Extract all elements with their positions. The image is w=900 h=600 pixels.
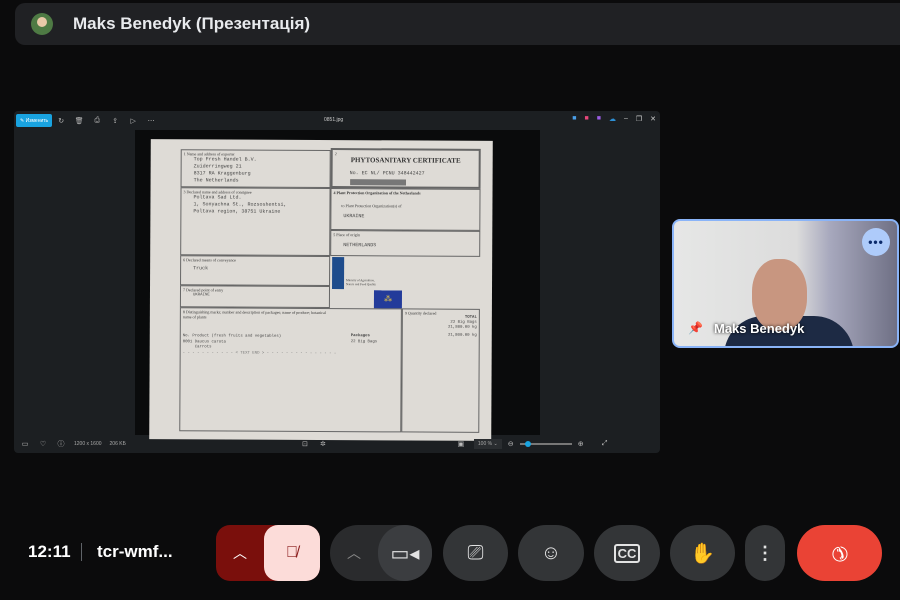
ministry-text: Ministry of Agriculture, Nature and Food… (346, 278, 376, 287)
text: The Netherlands (193, 177, 239, 184)
conveyance-field: 6 Declared means of conveyance Truck (180, 255, 331, 287)
zoom-slider-thumb[interactable] (524, 441, 531, 447)
barcode (350, 179, 406, 186)
participant-tile[interactable]: 📌 Maks Benedyk ••• (672, 219, 899, 348)
divider (81, 543, 82, 561)
ministry-logo (332, 257, 345, 290)
reactions-button[interactable]: ☺ (518, 525, 584, 581)
eu-flag-icon: ⁂ (373, 290, 402, 309)
captions-icon: CC (613, 543, 641, 563)
zoom-slider[interactable] (519, 441, 572, 447)
rotate-icon[interactable]: ↻ (52, 117, 70, 125)
clock: 12:11 (28, 542, 71, 561)
filmstrip-icon[interactable]: ▭ (16, 440, 34, 448)
file-name: 0851.jpg (324, 117, 344, 123)
zoom-out-icon[interactable]: ⊖ (502, 440, 520, 448)
viewer-toolbar: ✎ Изменить ↻ 🗑 ⎙ ⇪ ▷ ⋯ 0851.jpg ■ ■ ■ ☁ … (14, 111, 660, 130)
file-size: 206 KБ (109, 441, 126, 447)
favorite-icon[interactable]: ♡ (34, 440, 52, 448)
pin-icon[interactable]: 📌 (688, 321, 703, 335)
audio-options-chevron-icon[interactable]: ︿ (216, 543, 264, 563)
share-icon[interactable]: ⇪ (106, 117, 124, 125)
zoom-dropdown[interactable]: 100 % ⌄ (473, 439, 502, 449)
origin-field: 5 Place of origin NETHERLANDS (330, 230, 481, 257)
text: UKRAINE (192, 293, 210, 298)
text: NETHERLANDS (343, 242, 377, 249)
exporter-field: 1 Name and address of exporter Top Fresh… (180, 149, 331, 189)
consignee-field: 3 Declared name and address of consignee… (180, 187, 331, 257)
zoom-in-icon[interactable]: ⊕ (572, 440, 590, 448)
present-button[interactable]: ⎚ (443, 525, 508, 581)
certificate-title: PHYTOSANITARY CERTIFICATE (350, 156, 461, 165)
maximize-icon[interactable]: ❐ (636, 115, 642, 123)
zoom-value: 100 % (477, 441, 493, 447)
delete-icon[interactable]: 🗑 (70, 117, 88, 125)
field-label: 8 Distinguishing marks; number and descr… (182, 309, 326, 320)
crop-icon[interactable]: ⊡ (296, 440, 314, 448)
field-label: 4 Plant Protection Organization of the N… (333, 190, 421, 196)
enhance-icon[interactable]: ✲ (314, 440, 332, 448)
camera-icon[interactable]: ▭◂ (378, 525, 432, 581)
info-icon[interactable]: ⓘ (52, 439, 70, 449)
text: Truck (193, 265, 209, 272)
more-options-button[interactable]: ⋮ (745, 525, 785, 581)
hand-icon: ✋ (690, 542, 715, 565)
participant-name: Maks Benedyk (714, 321, 805, 336)
field-label: 6 Declared means of conveyance (183, 257, 237, 263)
shared-screen: ✎ Изменить ↻ 🗑 ⎙ ⇪ ▷ ⋯ 0851.jpg ■ ■ ■ ☁ … (14, 111, 660, 453)
text: 21,800.00 kg (447, 333, 477, 338)
mic-off-icon[interactable]: 🎙̸ (264, 525, 320, 581)
captions-button[interactable]: CC (594, 525, 660, 581)
emoji-icon: ☺ (540, 541, 562, 564)
viewer-statusbar: ▭ ♡ ⓘ 1200 x 1600 206 KБ ⊡ ✲ ▣ 100 % ⌄ ⊖… (14, 435, 660, 453)
print-icon[interactable]: ⎙ (88, 117, 106, 125)
ppo-field: 4 Plant Protection Organization of the N… (330, 188, 481, 231)
edit-button[interactable]: ✎ Изменить (16, 114, 53, 127)
text-end: - - - - - - - - - - - < TEXT END > - - -… (182, 351, 337, 357)
presenter-bar: Maks Benedyk (Презентація) (15, 3, 900, 45)
entry-field: 7 Declared point of entry UKRAINE (179, 285, 331, 309)
minimize-icon[interactable]: – (624, 115, 628, 123)
certificate-number: No. EC NL/ PCNU 348442427 (349, 170, 425, 177)
fullscreen-icon[interactable]: ⤢ (596, 440, 614, 448)
image-dimensions: 1200 x 1600 (74, 441, 102, 447)
hang-up-icon: ✆ (825, 538, 853, 567)
field-label: 5 Place of origin (333, 232, 360, 238)
app-icon[interactable]: ■ (572, 115, 576, 123)
text: UKRAINE (343, 213, 365, 220)
edit-label: Изменить (25, 117, 49, 124)
cloud-icon[interactable]: ☁ (609, 115, 616, 123)
more-options-button[interactable]: ••• (862, 228, 890, 256)
leave-call-button[interactable]: ✆ (797, 525, 882, 581)
quantity-field: 9 Quantity declared TOTAL 22 Big Bags 21… (401, 308, 480, 433)
app-icon[interactable]: ■ (597, 115, 601, 123)
image-canvas: 1 Name and address of exporter Top Fresh… (135, 130, 540, 441)
close-icon[interactable]: ✕ (650, 115, 656, 123)
text: Poltava region, 38751 Ukraine (193, 208, 281, 215)
slideshow-icon[interactable]: ▷ (124, 117, 142, 125)
more-icon[interactable]: ⋯ (142, 117, 160, 125)
present-screen-icon: ⎚ (467, 541, 484, 564)
camera-control: ︿ ▭◂ (330, 525, 432, 581)
raise-hand-button[interactable]: ✋ (670, 525, 735, 581)
certificate-header: 2 PHYTOSANITARY CERTIFICATE No. EC NL/ P… (330, 148, 481, 189)
microphone-control: ︿ 🎙̸ (216, 525, 320, 581)
text: 22 Big Bags (350, 340, 378, 345)
video-options-chevron-icon[interactable]: ︿ (330, 543, 378, 563)
text: 21,800.00 kg (447, 325, 477, 330)
presentation-title: Maks Benedyk (Презентація) (73, 14, 311, 33)
meeting-code[interactable]: tcr-wmf... (97, 542, 173, 562)
description-field: 8 Distinguishing marks; number and descr… (179, 307, 402, 433)
app-icon[interactable]: ■ (584, 115, 588, 123)
certificate-document: 1 Name and address of exporter Top Fresh… (149, 139, 493, 441)
avatar (31, 13, 53, 35)
more-vert-icon: ⋮ (756, 542, 774, 563)
fit-icon[interactable]: ▣ (452, 440, 470, 448)
text: to Plant Protection Organization(s) of (341, 203, 402, 209)
